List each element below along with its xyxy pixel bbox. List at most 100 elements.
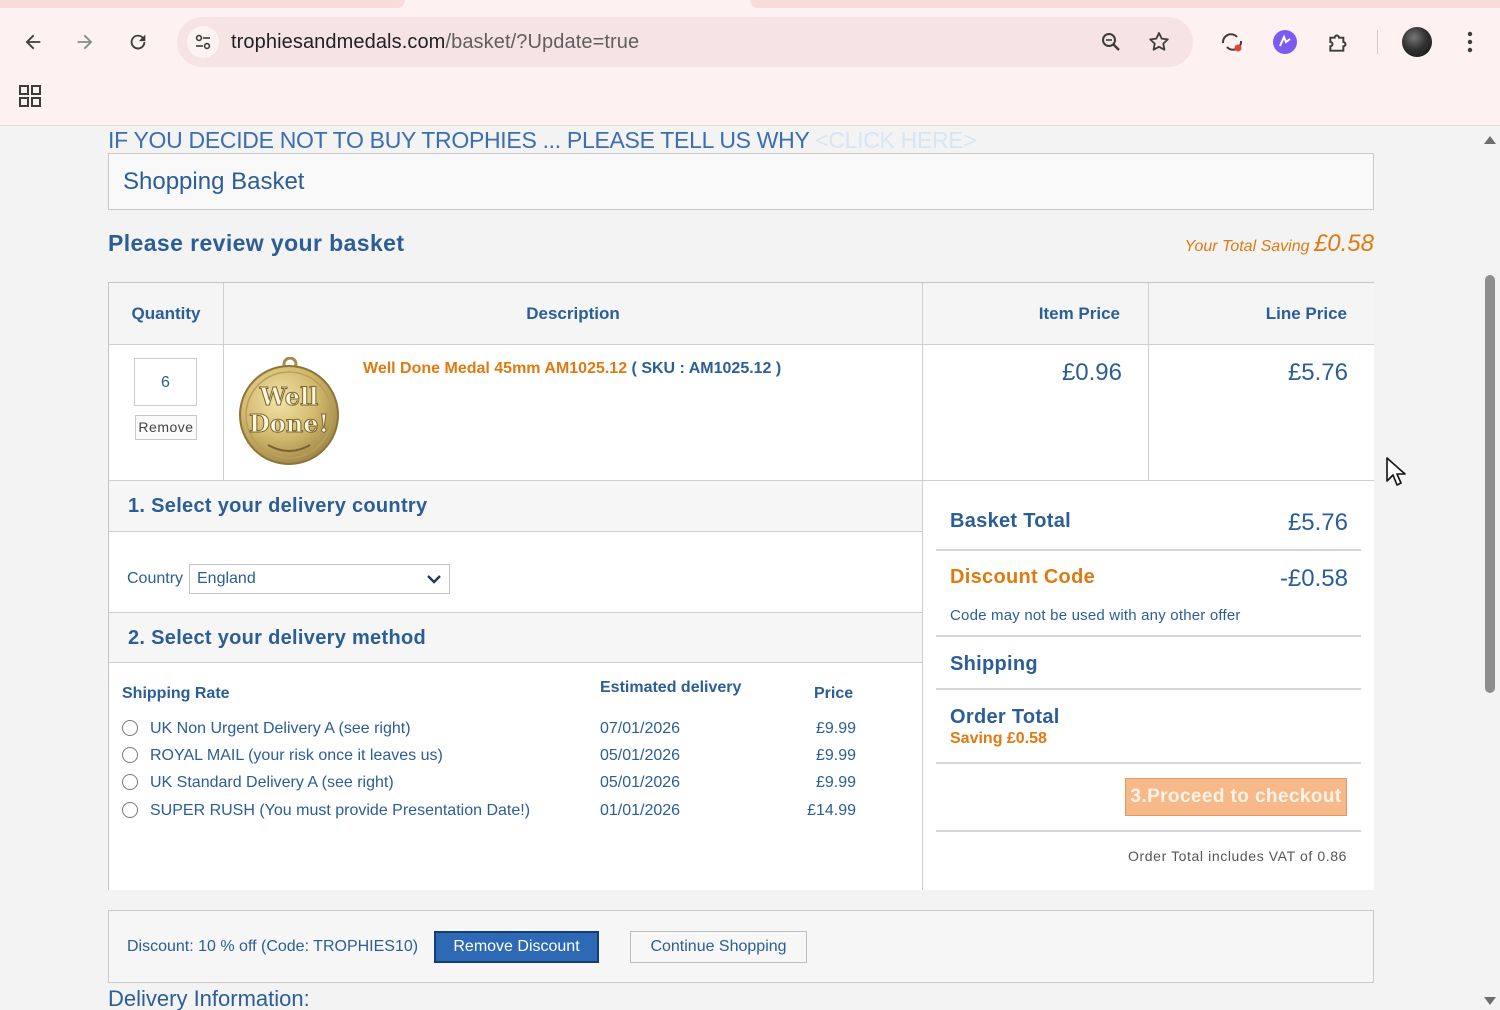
shipping-option-name: ROYAL MAIL (your risk once it leaves us) — [150, 747, 443, 764]
tab-strip-right — [750, 0, 1500, 8]
discount-note: Code may not be used with any other offe… — [950, 607, 1241, 624]
step1-header: 1. Select your delivery country — [109, 481, 922, 532]
description-cell: Well Done! Well Done Medal 45mm AM1025.1… — [224, 345, 923, 481]
browser-toolbar: trophiesandmedals.com/basket/?Update=tru… — [0, 0, 1500, 126]
shipping-option[interactable]: UK Standard Delivery A (see right) 05/01… — [109, 772, 922, 799]
product-name[interactable]: Well Done Medal 45mm AM1025.12 — [363, 360, 627, 377]
item-price-cell: £0.96 — [923, 345, 1149, 481]
back-arrow-icon[interactable] — [15, 24, 51, 60]
scroll-thumb[interactable] — [1485, 275, 1495, 693]
url-host: trophiesandmedals.com — [231, 31, 446, 53]
line-price-cell: £5.76 — [1149, 345, 1374, 481]
step1-number: 1. — [128, 495, 146, 517]
shipping-option-price: £9.99 — [815, 774, 856, 791]
item-price-value: £0.96 — [1061, 359, 1122, 386]
delivery-panel: 1. Select your delivery country Country … — [109, 481, 923, 890]
shipping-option-date: 05/01/2026 — [600, 774, 681, 791]
zoom-icon[interactable] — [1099, 30, 1123, 54]
medal-product-image[interactable]: Well Done! — [238, 357, 342, 467]
shipping-option-name: UK Standard Delivery A (see right) — [150, 774, 394, 791]
forward-arrow-icon[interactable] — [67, 24, 103, 60]
country-select[interactable]: England — [189, 564, 450, 594]
shipping-option-price: £9.99 — [815, 720, 856, 737]
shipping-label: Shipping — [950, 653, 1038, 675]
profile-avatar[interactable] — [1402, 27, 1432, 57]
remove-item-button[interactable]: Remove — [135, 415, 197, 440]
shipping-option-price: £9.99 — [815, 747, 856, 764]
total-saving: Your Total Saving £0.58 — [1185, 230, 1374, 258]
shipping-option[interactable]: SUPER RUSH (You must provide Presentatio… — [109, 800, 922, 827]
order-summary-panel: Basket Total £5.76 Discount Code -£0.58 … — [923, 481, 1374, 890]
feedback-banner: IF YOU DECIDE NOT TO BUY TROPHIES ... PL… — [108, 127, 977, 154]
shipping-rate-header: Shipping Rate — [122, 685, 230, 702]
review-title: Please review your basket — [108, 230, 405, 256]
country-selected-value: England — [197, 570, 256, 587]
shipping-option-price: £14.99 — [807, 802, 856, 819]
shipping-option-date: 07/01/2026 — [600, 720, 681, 737]
price-header: Price — [814, 685, 854, 702]
vat-note: Order Total includes VAT of 0.86 — [1128, 848, 1347, 864]
discount-code-label: Discount Code — [950, 566, 1096, 588]
total-saving-label: Your Total Saving — [1184, 238, 1314, 255]
shopping-basket-header: Shopping Basket — [108, 153, 1374, 210]
discount-code-value: -£0.58 — [1279, 565, 1348, 592]
proceed-to-checkout-button[interactable]: 3.Proceed to checkout — [1125, 778, 1347, 816]
url-path: /basket/?Update=true — [445, 31, 640, 53]
header-description: Description — [224, 283, 923, 345]
radio-button[interactable] — [122, 747, 138, 763]
radio-button[interactable] — [122, 720, 138, 736]
discount-code-row: Discount Code -£0.58 Code may not be use… — [936, 551, 1361, 637]
radio-button[interactable] — [122, 774, 138, 790]
medal-text-line1: Well — [259, 382, 319, 411]
mouse-cursor-icon — [1386, 457, 1406, 486]
chevron-down-icon — [427, 575, 441, 584]
account-sync-icon[interactable] — [1218, 28, 1246, 56]
product-name-link[interactable]: Well Done Medal 45mm AM1025.12 ( SKU : A… — [363, 360, 781, 378]
shipping-option-date: 01/01/2026 — [600, 802, 681, 819]
discount-applied-text: Discount: 10 % off (Code: TROPHIES10) — [127, 938, 419, 955]
header-quantity: Quantity — [109, 283, 224, 345]
medal-text-line2: Done! — [249, 409, 329, 438]
shipping-row: Shipping — [936, 637, 1361, 690]
quantity-input[interactable]: 6 — [134, 358, 197, 406]
basket-total-row: Basket Total £5.76 — [936, 481, 1361, 551]
extension-purple-icon[interactable] — [1271, 28, 1299, 56]
address-bar[interactable]: trophiesandmedals.com/basket/?Update=tru… — [177, 17, 1193, 67]
shipping-option-date: 05/01/2026 — [600, 747, 681, 764]
section-title: Shopping Basket — [123, 168, 305, 195]
basket-total-value: £5.76 — [1287, 509, 1348, 536]
continue-shopping-button[interactable]: Continue Shopping — [630, 931, 807, 963]
tab-strip-left — [0, 0, 405, 8]
shipping-option-name: SUPER RUSH (You must provide Presentatio… — [150, 802, 531, 819]
reload-icon[interactable] — [120, 24, 156, 60]
estimated-delivery-header: Estimated delivery — [600, 679, 742, 696]
scroll-down-arrow-icon[interactable] — [1484, 997, 1496, 1005]
apps-grid-icon[interactable] — [18, 84, 42, 108]
shipping-option[interactable]: ROYAL MAIL (your risk once it leaves us)… — [109, 745, 922, 772]
discount-bar: Discount: 10 % off (Code: TROPHIES10) Re… — [108, 910, 1374, 983]
product-sku: ( SKU : AM1025.12 ) — [627, 360, 782, 377]
page-scrollbar[interactable] — [1480, 127, 1500, 1010]
shipping-option[interactable]: UK Non Urgent Delivery A (see right) 07/… — [109, 718, 922, 745]
remove-discount-button[interactable]: Remove Discount — [434, 931, 599, 963]
scroll-up-arrow-icon[interactable] — [1484, 136, 1496, 144]
order-total-label: Order Total — [950, 706, 1060, 728]
radio-button[interactable] — [122, 802, 138, 818]
site-info-icon[interactable] — [187, 26, 219, 58]
banner-click-here-link[interactable]: <CLICK HERE> — [815, 127, 977, 153]
total-saving-amount: £0.58 — [1313, 230, 1374, 257]
basket-table: Quantity Description Item Price Line Pri… — [108, 282, 1374, 890]
bookmark-star-icon[interactable] — [1147, 30, 1171, 54]
header-line-price: Line Price — [1149, 283, 1374, 345]
header-item-price: Item Price — [923, 283, 1149, 345]
step1-title: Select your delivery country — [145, 495, 428, 517]
step2-number: 2. — [128, 627, 146, 649]
page-content: IF YOU DECIDE NOT TO BUY TROPHIES ... PL… — [0, 127, 1480, 1010]
shipping-option-name: UK Non Urgent Delivery A (see right) — [150, 720, 411, 737]
order-total-saving: Saving £0.58 — [950, 730, 1047, 747]
country-label: Country — [127, 570, 184, 587]
step2-header: 2. Select your delivery method — [109, 612, 922, 663]
toolbar-divider — [1377, 30, 1378, 54]
extensions-puzzle-icon[interactable] — [1325, 28, 1353, 56]
menu-kebab-icon[interactable] — [1456, 28, 1484, 56]
